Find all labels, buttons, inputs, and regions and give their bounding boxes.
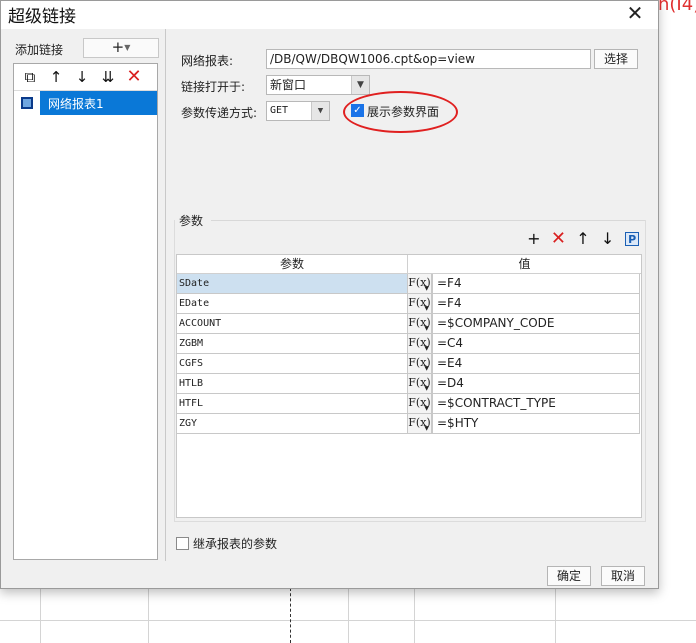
add-link-label: 添加链接	[15, 43, 64, 57]
cancel-button[interactable]: 取消	[601, 566, 645, 586]
param-name-cell[interactable]: EDate	[177, 294, 408, 314]
grid-column-line	[555, 588, 556, 643]
chevron-down-icon: ▼	[124, 43, 131, 52]
table-row[interactable]: ZGBM F(x) ▼ =C4	[177, 334, 641, 354]
method-label: 参数传递方式:	[181, 106, 258, 120]
parameter-icon[interactable]: P	[621, 228, 643, 250]
open-in-value: 新窗口	[270, 78, 307, 92]
plus-icon: +	[111, 38, 125, 56]
column-header-param[interactable]: 参数	[177, 255, 408, 273]
report-label: 网络报表:	[181, 54, 234, 68]
chevron-down-icon: ▼	[351, 76, 369, 94]
add-param-icon[interactable]: +	[523, 228, 545, 250]
chevron-down-icon: ▼	[311, 102, 329, 120]
method-select[interactable]: GET ▼	[266, 101, 330, 121]
table-row[interactable]: HTFL F(x) ▼ =$CONTRACT_TYPE	[177, 394, 641, 414]
dialog-titlebar: 超级链接 ✕	[1, 1, 658, 29]
report-icon	[14, 91, 40, 115]
grid-column-line	[348, 588, 349, 643]
params-table: 参数 值 SDate F(x) ▼ =F4 EDate F(x) ▼ =F4 ACC…	[176, 254, 642, 518]
param-value-cell[interactable]: =D4	[432, 374, 640, 394]
param-value-cell[interactable]: =$COMPANY_CODE	[432, 314, 640, 334]
table-row[interactable]: ZGY F(x) ▼ =$HTY	[177, 414, 641, 434]
report-path-field[interactable]: /DB/QW/DBQW1006.cpt&op=view	[266, 49, 591, 69]
param-name-cell[interactable]: SDate	[177, 274, 408, 294]
params-toolbar: + ✕ ↑ ↓ P	[523, 228, 643, 250]
delete-param-icon[interactable]: ✕	[548, 228, 570, 250]
copy-icon[interactable]: ⧉	[18, 66, 42, 88]
annotation-circle	[343, 91, 458, 133]
param-name-cell[interactable]: CGFS	[177, 354, 408, 374]
table-row[interactable]: ACCOUNT F(x) ▼ =$COMPANY_CODE	[177, 314, 641, 334]
delete-icon[interactable]: ✕	[122, 66, 146, 88]
sort-icon[interactable]: ⇊	[96, 66, 120, 88]
open-in-select[interactable]: 新窗口 ▼	[266, 75, 370, 95]
link-list-item[interactable]: 网络报表1	[14, 91, 157, 115]
param-name-cell[interactable]: ZGY	[177, 414, 408, 434]
link-list-toolbar: ⧉ ↑ ↓ ⇊ ✕	[14, 64, 157, 91]
param-value-cell[interactable]: =C4	[432, 334, 640, 354]
open-in-label: 链接打开于:	[181, 80, 246, 94]
column-header-value[interactable]: 值	[408, 255, 641, 273]
table-row[interactable]: SDate F(x) ▼ =F4	[177, 274, 641, 294]
move-down-icon[interactable]: ↓	[597, 228, 619, 250]
param-name-cell[interactable]: HTFL	[177, 394, 408, 414]
close-icon[interactable]: ✕	[621, 1, 649, 27]
inherit-params-checkbox[interactable]	[176, 537, 189, 550]
dialog-title: 超级链接	[8, 7, 76, 27]
formula-icon[interactable]: F(x) ▼	[408, 374, 432, 394]
param-value-cell[interactable]: =$CONTRACT_TYPE	[432, 394, 640, 414]
formula-icon[interactable]: F(x) ▼	[408, 394, 432, 414]
inherit-params-label: 继承报表的参数	[193, 537, 278, 551]
param-name-cell[interactable]: HTLB	[177, 374, 408, 394]
formula-icon[interactable]: F(x) ▼	[408, 354, 432, 374]
formula-icon[interactable]: F(x) ▼	[408, 314, 432, 334]
param-value-cell[interactable]: =F4	[432, 294, 640, 314]
param-value-cell[interactable]: =E4	[432, 354, 640, 374]
method-value: GET	[270, 105, 289, 116]
add-link-button[interactable]: +▼	[83, 38, 159, 58]
formula-icon[interactable]: F(x) ▼	[408, 274, 432, 294]
select-report-button[interactable]: 选择	[594, 49, 638, 69]
param-value-cell[interactable]: =$HTY	[432, 414, 640, 434]
cell-reference-fragment: n(I4)	[658, 0, 696, 15]
params-table-header: 参数 值	[177, 255, 641, 274]
move-up-icon[interactable]: ↑	[44, 66, 68, 88]
grid-column-line	[40, 588, 41, 643]
grid-column-line	[148, 588, 149, 643]
link-list-item-label: 网络报表1	[48, 96, 104, 111]
move-down-icon[interactable]: ↓	[70, 66, 94, 88]
param-name-cell[interactable]: ZGBM	[177, 334, 408, 354]
param-value-cell[interactable]: =F4	[432, 274, 640, 294]
hyperlink-dialog: 超级链接 ✕ 添加链接 +▼ ⧉ ↑ ↓ ⇊ ✕ 网络报表1 网络报表: /DB…	[0, 0, 659, 589]
ok-button[interactable]: 确定	[547, 566, 591, 586]
pane-divider[interactable]	[165, 29, 166, 561]
table-row[interactable]: EDate F(x) ▼ =F4	[177, 294, 641, 314]
table-row[interactable]: CGFS F(x) ▼ =E4	[177, 354, 641, 374]
page-break-line	[290, 588, 291, 643]
formula-icon[interactable]: F(x) ▼	[408, 294, 432, 314]
link-list: ⧉ ↑ ↓ ⇊ ✕ 网络报表1	[13, 63, 158, 560]
table-row[interactable]: HTLB F(x) ▼ =D4	[177, 374, 641, 394]
move-up-icon[interactable]: ↑	[572, 228, 594, 250]
grid-column-line	[414, 588, 415, 643]
link-list-pane: 添加链接 +▼ ⧉ ↑ ↓ ⇊ ✕ 网络报表1	[7, 35, 159, 560]
link-settings-pane: 网络报表: /DB/QW/DBQW1006.cpt&op=view 选择 链接打…	[167, 35, 653, 560]
formula-icon[interactable]: F(x) ▼	[408, 334, 432, 354]
formula-icon[interactable]: F(x) ▼	[408, 414, 432, 434]
param-name-cell[interactable]: ACCOUNT	[177, 314, 408, 334]
